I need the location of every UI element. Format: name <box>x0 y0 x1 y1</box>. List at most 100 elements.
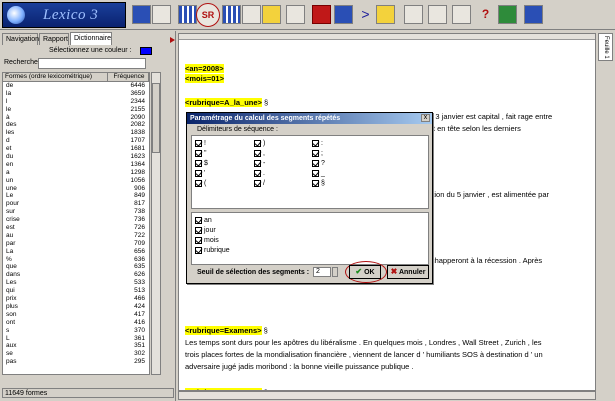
concordance-icon[interactable] <box>262 5 281 24</box>
table-row[interactable]: plus 424 <box>3 303 149 311</box>
poly-grid-icon[interactable] <box>222 5 241 24</box>
delimiter-checkbox[interactable]: ! <box>195 139 206 148</box>
arrow-right-icon[interactable]: > <box>356 5 375 24</box>
checkbox-checked-icon[interactable] <box>254 149 261 157</box>
delimiter-checkbox[interactable]: § <box>312 179 325 188</box>
word-checkbox[interactable]: rubrique <box>195 246 230 255</box>
table-grid-icon[interactable] <box>178 5 197 24</box>
delimiter-checkbox[interactable]: - <box>254 159 265 168</box>
table-row[interactable]: le 2155 <box>3 106 149 114</box>
tools-icon[interactable] <box>428 5 447 24</box>
checkbox-checked-icon[interactable] <box>312 159 319 167</box>
table-row[interactable]: les 1838 <box>3 129 149 137</box>
clipboard-icon[interactable] <box>452 5 471 24</box>
column-header-forms[interactable]: Formes (ordre lexicométrique) <box>3 73 108 81</box>
map-icon[interactable] <box>334 5 353 24</box>
threshold-spinner[interactable] <box>332 267 338 277</box>
checkbox-checked-icon[interactable] <box>195 226 202 234</box>
table-row[interactable]: des 2082 <box>3 121 149 129</box>
table-row[interactable]: son 417 <box>3 311 149 319</box>
delimiter-checkbox[interactable]: ( <box>195 179 206 188</box>
table-row[interactable]: l 2344 <box>3 98 149 106</box>
table-row[interactable]: Le 849 <box>3 192 149 200</box>
table-row[interactable]: a 1298 <box>3 169 149 177</box>
word-checkbox[interactable]: mois <box>195 236 219 245</box>
table-row[interactable]: au 722 <box>3 232 149 240</box>
table-row[interactable]: du 1623 <box>3 153 149 161</box>
table-row[interactable]: pas 295 <box>3 358 149 366</box>
table-row[interactable]: L 361 <box>3 335 149 343</box>
column-header-frequency[interactable]: Fréquence <box>108 73 149 81</box>
word-checkbox[interactable]: an <box>195 216 212 225</box>
chart-icon[interactable] <box>242 5 261 24</box>
delimiter-checkbox[interactable]: : <box>312 139 323 148</box>
tag-icon[interactable] <box>404 5 423 24</box>
table-row[interactable]: sur 738 <box>3 208 149 216</box>
table-row[interactable]: par 709 <box>3 240 149 248</box>
table-row[interactable]: de 6446 <box>3 82 149 90</box>
delimiter-checkbox[interactable]: $ <box>195 159 208 168</box>
sheet-tab[interactable]: Feuille 1 <box>598 33 613 61</box>
tab-rapport[interactable]: Rapport <box>39 33 69 45</box>
table-row[interactable]: % 636 <box>3 256 149 264</box>
checkbox-checked-icon[interactable] <box>195 216 202 224</box>
checkbox-checked-icon[interactable] <box>195 149 202 157</box>
checkbox-checked-icon[interactable] <box>195 246 202 254</box>
table-row[interactable]: une 906 <box>3 185 149 193</box>
new-file-icon[interactable] <box>132 5 151 24</box>
checkbox-checked-icon[interactable] <box>254 139 261 147</box>
table-row[interactable]: en 1364 <box>3 161 149 169</box>
table-row[interactable]: ont 416 <box>3 319 149 327</box>
search-input[interactable] <box>38 58 146 69</box>
checkbox-checked-icon[interactable] <box>312 169 319 177</box>
table-row[interactable]: se 302 <box>3 350 149 358</box>
delimiter-checkbox[interactable]: ? <box>312 159 325 168</box>
table-row[interactable]: la 3659 <box>3 90 149 98</box>
checkbox-checked-icon[interactable] <box>312 139 319 147</box>
delimiter-checkbox[interactable]: " <box>195 149 207 158</box>
table-row[interactable]: et 1681 <box>3 145 149 153</box>
tab-dictionnaire[interactable]: Dictionnaire <box>70 32 112 45</box>
table-row[interactable]: Les 533 <box>3 279 149 287</box>
help-icon[interactable]: ? <box>476 5 495 24</box>
table-row[interactable]: s 370 <box>3 327 149 335</box>
checkbox-checked-icon[interactable] <box>254 169 261 177</box>
delimiter-checkbox[interactable]: ; <box>312 149 323 158</box>
cube-icon[interactable] <box>312 5 331 24</box>
threshold-input[interactable]: 2 <box>313 267 331 277</box>
exit-door-icon[interactable] <box>498 5 517 24</box>
checkbox-checked-icon[interactable] <box>195 159 202 167</box>
document-hscrollbar[interactable] <box>178 391 596 400</box>
delimiter-checkbox[interactable]: . <box>254 169 265 178</box>
checkbox-checked-icon[interactable] <box>195 236 202 244</box>
table-row[interactable]: qui 513 <box>3 287 149 295</box>
table-row[interactable]: un 1056 <box>3 177 149 185</box>
windows-icon[interactable] <box>524 5 543 24</box>
delimiter-checkbox[interactable]: , <box>254 149 265 158</box>
table-row[interactable]: pour 817 <box>3 200 149 208</box>
dialog-close-button[interactable]: x <box>421 114 430 122</box>
table-row[interactable]: aux 351 <box>3 342 149 350</box>
note-icon[interactable] <box>376 5 395 24</box>
checkbox-checked-icon[interactable] <box>312 149 319 157</box>
checkbox-checked-icon[interactable] <box>254 179 261 187</box>
table-row[interactable]: est 726 <box>3 224 149 232</box>
table-row[interactable]: dans 626 <box>3 271 149 279</box>
cancel-button[interactable]: ✖ Annuler <box>387 265 429 279</box>
delimiter-checkbox[interactable]: / <box>254 179 265 188</box>
tab-navigation[interactable]: Navigation <box>2 33 39 45</box>
checkbox-checked-icon[interactable] <box>195 179 202 187</box>
scrollbar-thumb[interactable] <box>152 83 160 153</box>
ok-button[interactable]: ✔ OK <box>349 265 381 279</box>
checkbox-checked-icon[interactable] <box>312 179 319 187</box>
checkbox-checked-icon[interactable] <box>195 169 202 177</box>
word-checkbox[interactable]: jour <box>195 226 216 235</box>
list-icon[interactable] <box>286 5 305 24</box>
table-row[interactable]: crise 736 <box>3 216 149 224</box>
delimiter-checkbox[interactable]: ' <box>195 169 205 178</box>
checkbox-checked-icon[interactable] <box>254 159 261 167</box>
table-scrollbar[interactable] <box>151 72 161 375</box>
table-row[interactable]: prix 466 <box>3 295 149 303</box>
repeated-segments-button[interactable]: SR <box>196 3 220 27</box>
open-book-icon[interactable] <box>152 5 171 24</box>
